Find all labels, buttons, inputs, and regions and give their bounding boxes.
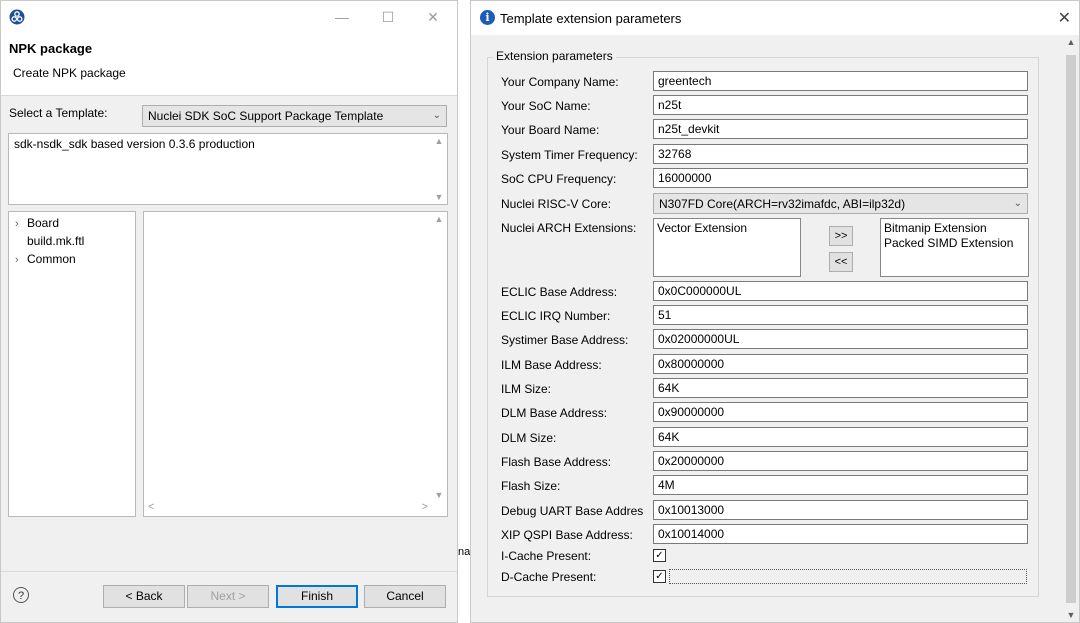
systimer-base-field[interactable]: 0x02000000UL <box>653 329 1028 349</box>
info-icon: i <box>480 10 495 25</box>
back-button[interactable]: < Back <box>103 585 185 608</box>
timer-frequency-label: System Timer Frequency: <box>501 148 638 162</box>
flash-base-label: Flash Base Address: <box>501 455 612 469</box>
scroll-down-icon[interactable]: ▼ <box>1063 610 1079 620</box>
template-extension-dialog: i Template extension parameters ✕ Extens… <box>470 0 1080 623</box>
description-text: sdk-nsdk_sdk based version 0.3.6 product… <box>14 137 255 151</box>
soc-label: Your SoC Name: <box>501 99 591 113</box>
scroll-up-icon[interactable]: ▲ <box>1063 37 1079 47</box>
dialog-titlebar: i Template extension parameters ✕ <box>471 1 1079 35</box>
finish-button[interactable]: Finish <box>276 585 358 608</box>
dlm-size-field[interactable]: 64K <box>653 427 1028 447</box>
dlm-base-field[interactable]: 0x90000000 <box>653 402 1028 422</box>
timer-frequency-field[interactable]: 32768 <box>653 144 1028 164</box>
ilm-size-field[interactable]: 64K <box>653 378 1028 398</box>
board-label: Your Board Name: <box>501 123 600 137</box>
chevron-right-icon[interactable]: › <box>15 218 27 230</box>
ilm-size-label: ILM Size: <box>501 382 552 396</box>
xip-base-field[interactable]: 0x10014000 <box>653 524 1028 544</box>
chevron-down-icon: ⌄ <box>432 110 441 121</box>
template-select[interactable]: Nuclei SDK SoC Support Package Template … <box>142 105 447 127</box>
dlm-size-label: DLM Size: <box>501 431 557 445</box>
uart-base-field[interactable]: 0x10013000 <box>653 500 1028 520</box>
cpu-frequency-field[interactable]: 16000000 <box>653 168 1028 188</box>
scroll-up-icon[interactable]: ▲ <box>431 136 447 146</box>
preview-vscrollbar[interactable]: ▲ ▼ <box>431 212 447 502</box>
template-description[interactable]: sdk-nsdk_sdk based version 0.3.6 product… <box>8 133 448 205</box>
dialog-title: Template extension parameters <box>500 11 682 26</box>
maximize-icon[interactable]: ☐ <box>377 7 399 27</box>
group-title: Extension parameters <box>493 49 616 63</box>
eclic-irq-field[interactable]: 51 <box>653 305 1028 325</box>
systimer-base-label: Systimer Base Address: <box>501 333 629 347</box>
scroll-down-icon[interactable]: ▼ <box>431 490 447 500</box>
focus-rectangle <box>669 569 1027 584</box>
eclic-base-label: ECLIC Base Address: <box>501 285 618 299</box>
scroll-down-icon[interactable]: ▼ <box>431 192 447 202</box>
board-field[interactable]: n25t_devkit <box>653 119 1028 139</box>
chevron-right-icon[interactable]: › <box>15 254 27 266</box>
template-select-value: Nuclei SDK SoC Support Package Template <box>148 109 384 123</box>
remove-extension-button[interactable]: << <box>829 252 853 272</box>
icache-label: I-Cache Present: <box>501 549 592 563</box>
file-preview[interactable]: ▲ ▼ < > <box>143 211 448 517</box>
uart-base-label: Debug UART Base Addres <box>501 504 644 518</box>
eclic-irq-label: ECLIC IRQ Number: <box>501 309 611 323</box>
scroll-thumb[interactable] <box>1066 55 1076 603</box>
tree-item-common[interactable]: › Common <box>15 252 76 266</box>
chevron-down-icon: ⌄ <box>1013 198 1022 209</box>
dcache-checkbox[interactable]: ✓ <box>653 570 666 583</box>
flash-base-field[interactable]: 0x20000000 <box>653 451 1028 471</box>
tree-item-board[interactable]: › Board <box>15 216 59 230</box>
close-icon[interactable]: ✕ <box>1058 8 1071 28</box>
soc-field[interactable]: n25t <box>653 95 1028 115</box>
selected-extensions-list[interactable]: Bitmanip Extension Packed SIMD Extension <box>880 218 1029 277</box>
available-extensions-list[interactable]: Vector Extension <box>653 218 801 277</box>
list-item[interactable]: Packed SIMD Extension <box>884 236 1025 251</box>
flash-size-field[interactable]: 4M <box>653 475 1028 495</box>
wizard-subtitle: Create NPK package <box>13 66 126 80</box>
preview-hscrollbar[interactable]: < > <box>144 500 432 516</box>
minimize-icon[interactable]: — <box>331 7 353 27</box>
tree-item-build-mk[interactable]: build.mk.ftl <box>15 234 84 248</box>
next-button[interactable]: Next > <box>187 585 269 608</box>
npk-package-window: — ☐ ✕ NPK package Create NPK package Sel… <box>0 0 458 623</box>
close-icon[interactable]: ✕ <box>422 7 444 27</box>
core-select-value: N307FD Core(ARCH=rv32imafdc, ABI=ilp32d) <box>659 197 906 211</box>
cpu-frequency-label: SoC CPU Frequency: <box>501 172 617 186</box>
core-label: Nuclei RISC-V Core: <box>501 197 612 211</box>
scroll-up-icon[interactable]: ▲ <box>431 214 447 224</box>
npk-titlebar: — ☐ ✕ <box>1 1 457 33</box>
dcache-label: D-Cache Present: <box>501 570 597 584</box>
scroll-right-icon[interactable]: > <box>422 501 428 513</box>
xip-base-label: XIP QSPI Base Address: <box>501 528 633 542</box>
scroll-left-icon[interactable]: < <box>148 501 154 513</box>
add-extension-button[interactable]: >> <box>829 226 853 246</box>
button-bar-divider <box>1 571 457 572</box>
ilm-base-label: ILM Base Address: <box>501 358 602 372</box>
core-select[interactable]: N307FD Core(ARCH=rv32imafdc, ABI=ilp32d)… <box>653 193 1028 214</box>
list-item[interactable]: Bitmanip Extension <box>884 221 1025 236</box>
wizard-header: NPK package Create NPK package <box>1 33 457 96</box>
icache-checkbox[interactable]: ✓ <box>653 549 666 562</box>
template-tree[interactable]: › Board build.mk.ftl › Common <box>8 211 136 517</box>
dlm-base-label: DLM Base Address: <box>501 406 608 420</box>
template-label: Select a Template: <box>9 106 108 120</box>
list-item[interactable]: Vector Extension <box>657 221 797 236</box>
app-logo-icon <box>9 9 25 25</box>
flash-size-label: Flash Size: <box>501 479 561 493</box>
arch-extensions-label: Nuclei ARCH Extensions: <box>501 221 637 235</box>
ilm-base-field[interactable]: 0x80000000 <box>653 354 1028 374</box>
company-field[interactable]: greentech <box>653 71 1028 91</box>
help-icon[interactable]: ? <box>13 587 29 603</box>
cancel-button[interactable]: Cancel <box>364 585 446 608</box>
company-label: Your Company Name: <box>501 75 619 89</box>
dialog-scrollbar[interactable]: ▲ ▼ <box>1063 35 1079 622</box>
description-scrollbar[interactable]: ▲ ▼ <box>431 134 447 204</box>
eclic-base-field[interactable]: 0x0C000000UL <box>653 281 1028 301</box>
wizard-title: NPK package <box>9 41 93 56</box>
